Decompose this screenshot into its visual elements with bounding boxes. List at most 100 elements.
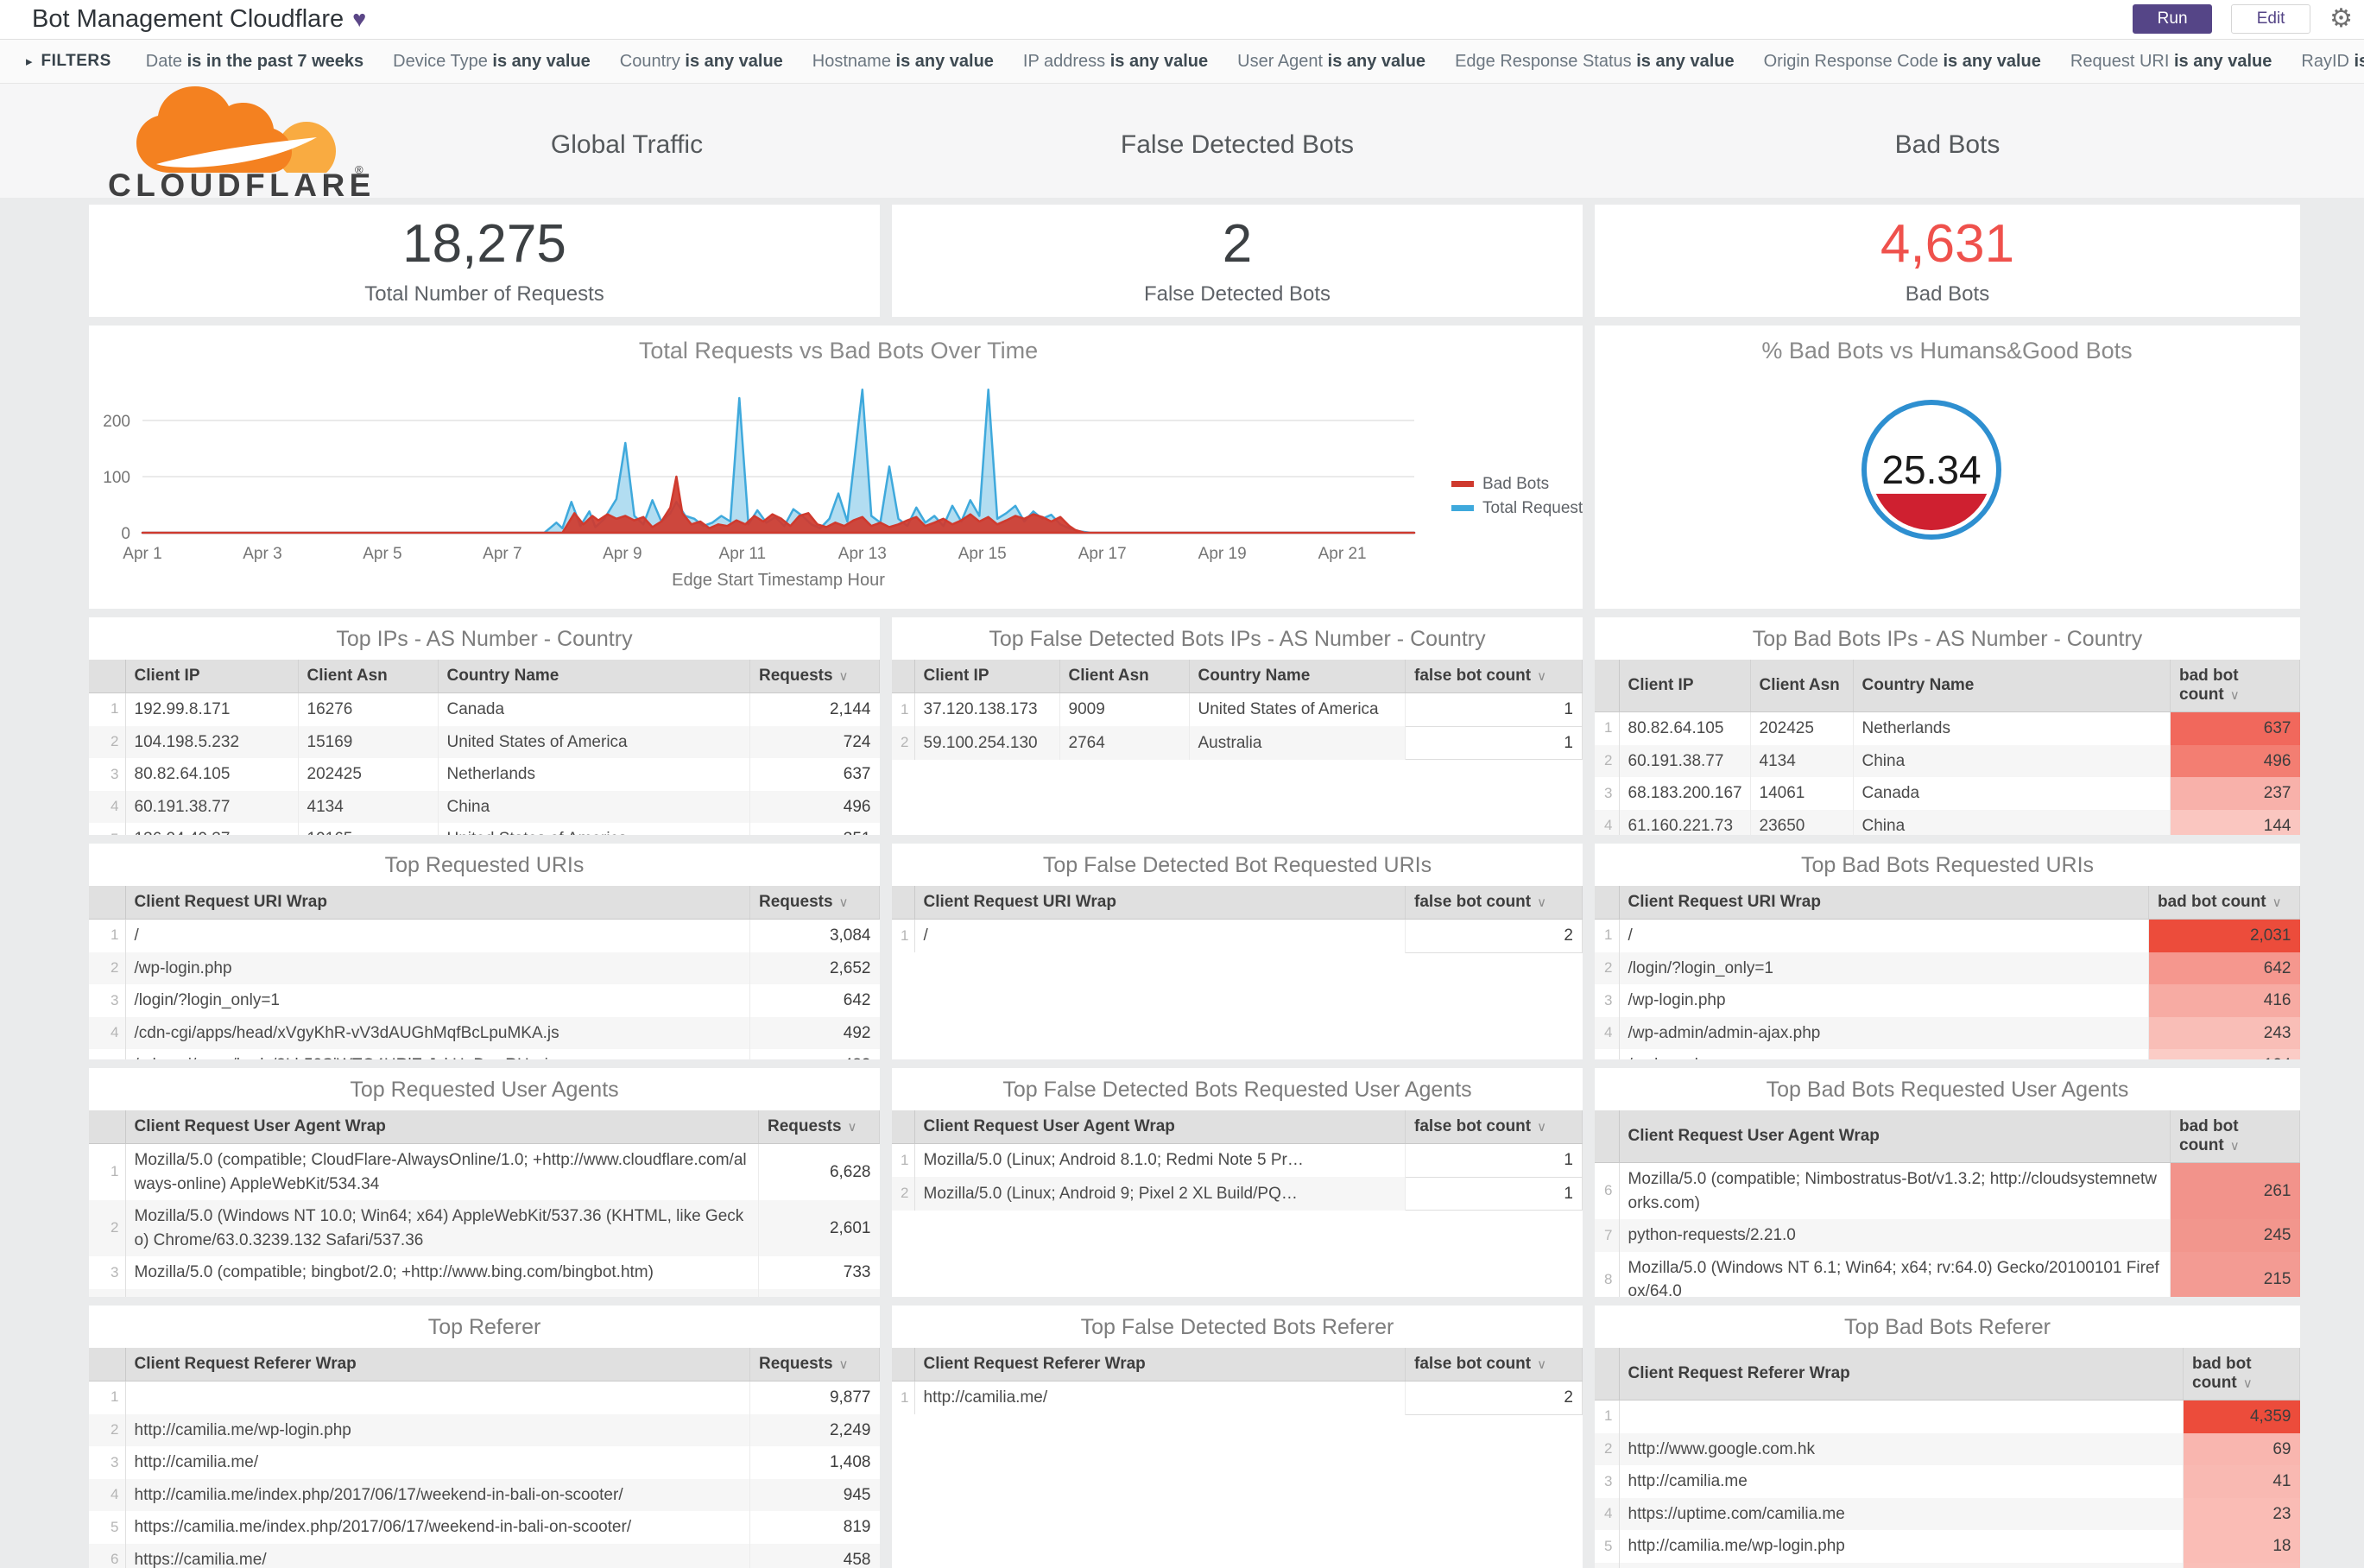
sort-chevron-icon[interactable]: ∨ xyxy=(848,1120,857,1135)
table-cell: 245 xyxy=(2170,1219,2300,1252)
table-row: 1 http://camilia.me/2 xyxy=(892,1381,1583,1415)
filter-item[interactable]: Date is in the past 7 weeks xyxy=(146,52,363,71)
table-row: 3 80.82.64.105 202425 Netherlands 637 xyxy=(89,758,880,791)
svg-text:Bad Bots: Bad Bots xyxy=(1482,475,1549,493)
table-cell: Mozilla/5.0 (compatible; bingbot/2.0; +h… xyxy=(125,1256,759,1289)
table-row: 1 80.82.64.105 202425 Netherlands 637 xyxy=(1595,711,2300,745)
column-header[interactable]: Requests ∨ xyxy=(758,1110,880,1144)
column-header[interactable]: Client IP xyxy=(125,660,299,693)
sort-chevron-icon[interactable]: ∨ xyxy=(1537,1120,1546,1135)
table-false-detected-bot-user-agents: Top False Detected Bots Requested User A… xyxy=(892,1068,1583,1297)
table-row: 5 https://camilia.me/index.php/2017/06/17… xyxy=(89,1511,880,1544)
table-cell: 37.120.138.173 xyxy=(914,692,1060,727)
table-cell: 80.82.64.105 xyxy=(1619,711,1751,745)
table-title: Top False Detected Bots Referer xyxy=(1080,1315,1394,1339)
table-row: 3 Mozilla/5.0 (compatible; bingbot/2.0; +… xyxy=(89,1256,880,1289)
run-button[interactable]: Run xyxy=(2133,4,2213,34)
svg-text:CLOUDFLARE: CLOUDFLARE xyxy=(108,168,374,201)
column-header[interactable]: Country Name xyxy=(1853,660,2171,712)
table-row: 7 python-requests/2.21.0 245 xyxy=(1595,1219,2300,1252)
column-header[interactable]: false bot count ∨ xyxy=(1405,886,1583,920)
table-cell: 124 xyxy=(2148,1049,2300,1059)
svg-text:Apr 7: Apr 7 xyxy=(483,545,521,563)
filter-item[interactable]: Request URI is any value xyxy=(2070,52,2272,71)
sort-chevron-icon[interactable]: ∨ xyxy=(839,895,849,910)
table-row: 4/cdn-cgi/apps/head/xVgyKhR-vV3dAUGhMqfB… xyxy=(89,1016,880,1050)
sort-chevron-icon[interactable]: ∨ xyxy=(839,1357,849,1372)
table-title: Top Bad Bots Referer xyxy=(1843,1315,2051,1339)
gear-icon[interactable]: ⚙ xyxy=(2329,6,2353,32)
table-cell: 2,601 xyxy=(758,1200,880,1257)
filter-item[interactable]: RayID is any value xyxy=(2301,52,2364,71)
sort-chevron-icon[interactable]: ∨ xyxy=(1537,669,1546,684)
table-cell: 9,877 xyxy=(749,1381,880,1414)
filter-item[interactable]: Device Type is any value xyxy=(393,52,591,71)
table-row: 1 Mozilla/5.0 (Linux; Android 8.1.0; Redm… xyxy=(892,1143,1583,1178)
column-header[interactable]: Client IP xyxy=(1619,660,1751,712)
column-header[interactable]: Client Asn xyxy=(1059,660,1190,693)
table-row: 6http://camilia.me/11 xyxy=(1595,1562,2300,1568)
filters-expand-icon[interactable]: ▸ xyxy=(26,54,33,69)
sort-chevron-icon[interactable]: ∨ xyxy=(1537,895,1546,910)
column-header[interactable]: Client Asn xyxy=(298,660,439,693)
column-header[interactable]: Client Request Referer Wrap xyxy=(1619,1348,2184,1400)
table-top-user-agents: Top Requested User Agents Client Request … xyxy=(89,1068,880,1297)
table-cell xyxy=(125,1288,759,1297)
column-header[interactable]: false bot count ∨ xyxy=(1405,1110,1583,1144)
table-bad-bot-ips: Top Bad Bots IPs - AS Number - Country Cl… xyxy=(1595,617,2300,835)
filter-item[interactable]: IP address is any value xyxy=(1023,52,1208,71)
column-header[interactable]: Country Name xyxy=(438,660,750,693)
column-header[interactable]: Client Request Referer Wrap xyxy=(125,1348,750,1381)
column-header[interactable]: Client Request Referer Wrap xyxy=(914,1348,1406,1381)
table-row: 1 4,359 xyxy=(1595,1400,2300,1433)
table-cell: 11 xyxy=(2183,1562,2300,1568)
sort-chevron-icon[interactable]: ∨ xyxy=(839,669,849,684)
column-header[interactable]: false bot count ∨ xyxy=(1405,660,1583,693)
table-row: 4 61.160.221.73 23650 China 144 xyxy=(1595,809,2300,835)
table-cell: 23650 xyxy=(1750,809,1854,835)
column-header[interactable]: Requests ∨ xyxy=(749,1348,880,1381)
table-cell: 215 xyxy=(2170,1251,2300,1297)
svg-text:Edge Start Timestamp Hour: Edge Start Timestamp Hour xyxy=(672,571,885,590)
column-header[interactable]: Client Request User Agent Wrap xyxy=(125,1110,759,1144)
sort-chevron-icon[interactable]: ∨ xyxy=(2230,1139,2240,1154)
column-header[interactable]: Country Name xyxy=(1189,660,1406,693)
filter-item[interactable]: User Agent is any value xyxy=(1237,52,1425,71)
edit-button[interactable]: Edit xyxy=(2231,4,2311,34)
column-header[interactable]: bad bot count ∨ xyxy=(2148,886,2300,920)
svg-text:0: 0 xyxy=(121,525,130,543)
column-header[interactable]: Requests ∨ xyxy=(749,886,880,920)
table-cell: 2 xyxy=(1405,919,1583,953)
kpi-total-requests-value: 18,275 xyxy=(402,213,566,274)
column-header[interactable]: bad bot count ∨ xyxy=(2170,1110,2300,1163)
table-cell: United States of America xyxy=(438,823,750,835)
svg-text:Apr 9: Apr 9 xyxy=(603,545,642,563)
column-header[interactable]: Client IP xyxy=(914,660,1060,693)
column-header[interactable]: Client Request URI Wrap xyxy=(914,886,1406,920)
filter-item[interactable]: Hostname is any value xyxy=(812,52,994,71)
column-header[interactable]: false bot count ∨ xyxy=(1405,1348,1583,1381)
section-title-bad-bots: Bad Bots xyxy=(1894,130,2001,159)
column-header[interactable]: Client Asn xyxy=(1750,660,1854,712)
sort-chevron-icon[interactable]: ∨ xyxy=(2243,1376,2253,1391)
table-row: 4 60.191.38.77 4134 China 496 xyxy=(89,790,880,824)
sort-chevron-icon[interactable]: ∨ xyxy=(2230,688,2240,703)
column-header[interactable]: Requests ∨ xyxy=(749,660,880,693)
filters-label[interactable]: FILTERS xyxy=(41,52,111,71)
column-header[interactable]: bad bot count ∨ xyxy=(2183,1348,2300,1400)
filter-item[interactable]: Country is any value xyxy=(620,52,783,71)
table-cell: 2,144 xyxy=(749,692,880,726)
table-title: Top Bad Bots IPs - AS Number - Country xyxy=(1752,627,2143,651)
filter-item[interactable]: Edge Response Status is any value xyxy=(1455,52,1735,71)
column-header[interactable]: Client Request URI Wrap xyxy=(125,886,750,920)
sort-chevron-icon[interactable]: ∨ xyxy=(1537,1357,1546,1372)
table-row: 3 http://camilia.me 41 xyxy=(1595,1465,2300,1498)
column-header[interactable]: Client Request User Agent Wrap xyxy=(1619,1110,2171,1163)
table-cell: / xyxy=(125,919,750,952)
section-header-band: CLOUDFLARE ® Global Traffic False Detect… xyxy=(0,84,2364,203)
sort-chevron-icon[interactable]: ∨ xyxy=(2272,895,2282,910)
column-header[interactable]: Client Request User Agent Wrap xyxy=(914,1110,1406,1144)
filter-item[interactable]: Origin Response Code is any value xyxy=(1764,52,2041,71)
column-header[interactable]: Client Request URI Wrap xyxy=(1619,886,2149,920)
column-header[interactable]: bad bot count ∨ xyxy=(2170,660,2300,712)
